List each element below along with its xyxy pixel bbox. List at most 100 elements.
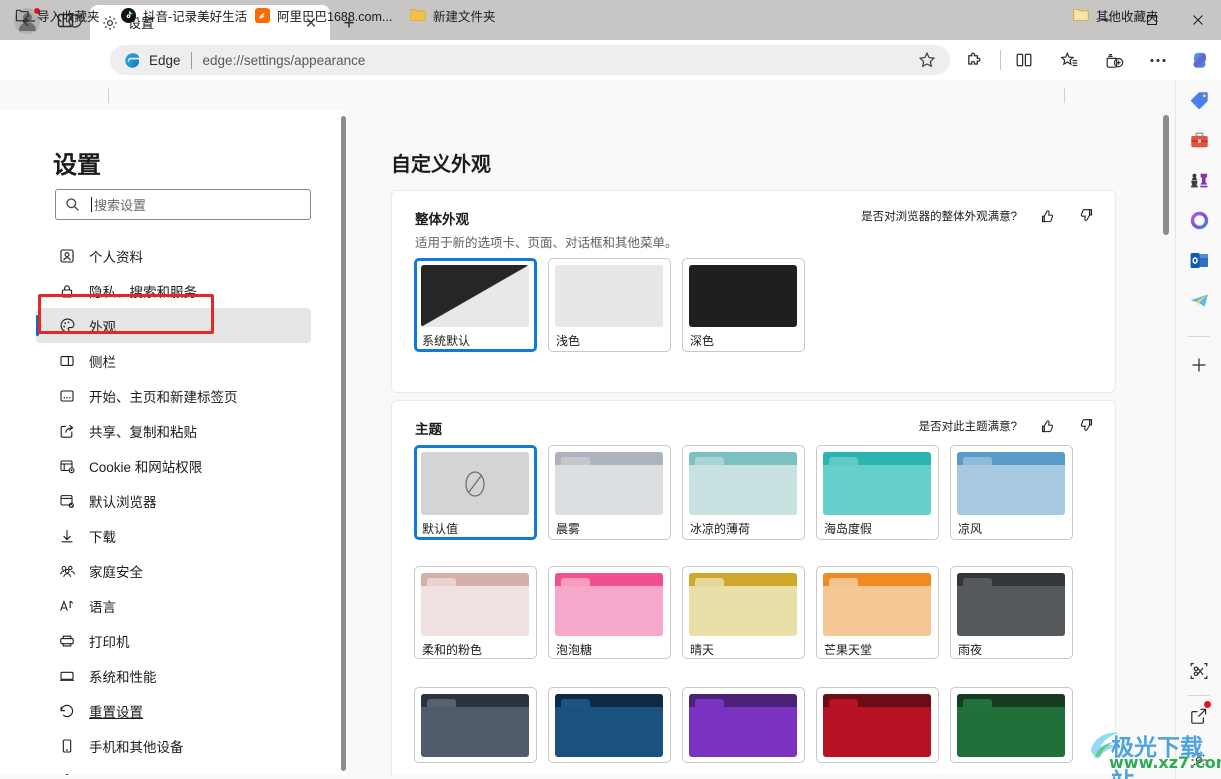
folder-body [963,465,1059,511]
copilot-icon[interactable] [1186,46,1214,74]
theme-option-cool-mint[interactable]: 冰凉的薄荷 [682,445,805,540]
thumbs-up-icon[interactable] [1039,207,1056,224]
telegram-icon[interactable] [1187,288,1211,312]
omnibox-brand: Edge [149,52,181,68]
default-browser-icon [58,492,76,510]
phone-icon [58,737,76,755]
sidebar-item-cookies[interactable]: Cookie 和网站权限 [36,448,311,483]
close-window-button[interactable] [1175,0,1221,40]
sidebar-item-default-browser[interactable]: 默认浏览器 [36,483,311,518]
shopping-tag-icon[interactable] [1187,88,1211,112]
sidebar-item-languages[interactable]: 语言 [36,588,311,623]
sidebar-item-profile[interactable]: 个人资料 [36,238,311,273]
theme-option-island-getaway[interactable]: 海岛度假 [816,445,939,540]
sidebar-icon [58,352,76,370]
toolbar-divider [1000,50,1001,70]
sidebar-item-family-safety[interactable]: 家庭安全 [36,553,311,588]
tile-label: 默认值 [422,522,459,536]
bookmark-new-folder[interactable]: 新建文件夹 [410,5,496,25]
address-bar[interactable]: Edge edge://settings/appearance [110,45,950,75]
content-scrollbar[interactable] [1163,115,1169,235]
sidebar-settings-icon[interactable] [1187,748,1211,772]
omnibox-url[interactable]: edge://settings/appearance [203,53,366,68]
swatch-folder [555,573,663,636]
games-chess-icon[interactable] [1187,168,1211,192]
settings-nav-list: 个人资料 隐私、搜索和服务 外观 侧栏 开始、主页和新建标签页 共享、复制和粘贴… [36,238,311,779]
swatch-no-theme [421,452,529,515]
outlook-icon[interactable] [1187,248,1211,272]
sidebar-item-reset-settings[interactable]: 重置设置 [36,693,311,728]
theme-option-bubblegum[interactable]: 泡泡糖 [548,566,671,659]
tile-label: 晨雾 [556,522,581,536]
theme-option-row3-1[interactable] [414,687,537,763]
bookmark-other-favorites[interactable]: 其他收藏夹 [1073,5,1159,25]
folder-graphic [421,694,529,757]
theme-option-soft-pink[interactable]: 柔和的粉色 [414,566,537,659]
bottom-strip [0,775,1175,779]
favorites-icon[interactable] [1055,46,1083,74]
sidebar-item-downloads[interactable]: 下载 [36,518,311,553]
page-title: 设置 [53,152,101,179]
tile-label: 柔和的粉色 [422,643,483,657]
theme-option-default[interactable]: 默认值 [414,445,537,540]
swatch-folder [555,694,663,757]
tile-label: 浅色 [556,334,581,348]
sidebar-item-sidebar[interactable]: 侧栏 [36,343,311,378]
search-settings-input[interactable]: 搜索设置 [55,189,311,220]
tools-briefcase-icon[interactable] [1187,128,1211,152]
folder-body [561,465,657,511]
language-icon [58,597,76,615]
profile-icon [58,247,76,265]
sidebar-item-printers[interactable]: 打印机 [36,623,311,658]
bookmark-alibaba[interactable]: 阿里巴巴1688.com... [254,5,392,25]
folder-body [427,586,523,632]
bookmarks-bar [0,80,1221,110]
add-favorite-icon[interactable] [918,51,936,69]
theme-option-row3-5[interactable] [950,687,1073,763]
sidebar-item-system-performance[interactable]: 系统和性能 [36,658,311,693]
appearance-option-dark[interactable]: 深色 [682,258,805,352]
swatch-folder [689,573,797,636]
collections-icon[interactable] [1100,46,1128,74]
sidebar-item-label: 开始、主页和新建标签页 [89,389,238,405]
gear-icon [102,15,118,31]
sidebar-item-label: 个人资料 [89,249,143,265]
sidebar-item-privacy[interactable]: 隐私、搜索和服务 [36,273,311,308]
bookmarks-divider-right [1064,88,1065,103]
split-screen-icon[interactable] [1010,46,1038,74]
reset-icon [58,702,76,720]
overall-feedback: 是否对浏览器的整体外观满意? [861,207,1095,224]
rail-divider [1188,336,1210,337]
sidebar-item-share-copy-paste[interactable]: 共享、复制和粘贴 [36,413,311,448]
theme-feedback: 是否对此主题满意? [919,417,1095,434]
sidebar-item-phone-other-devices[interactable]: 手机和其他设备 [36,728,311,763]
tile-label: 芒果天堂 [824,643,873,657]
sidebar-item-start-home-newtab[interactable]: 开始、主页和新建标签页 [36,378,311,413]
sidebar-item-appearance[interactable]: 外观 [36,308,311,343]
add-sidebar-icon[interactable] [1187,353,1211,377]
folder-body [829,707,925,753]
bookmark-import-favorites[interactable]: 导入收藏夹 [14,5,100,25]
thumbs-down-icon[interactable] [1078,417,1095,434]
theme-option-sunny-day[interactable]: 晴天 [682,566,805,659]
thumbs-up-icon[interactable] [1039,417,1056,434]
theme-option-cool-breeze[interactable]: 凉风 [950,445,1073,540]
folder-graphic [823,573,931,636]
more-settings-icon[interactable] [1144,46,1172,74]
theme-option-row3-2[interactable] [548,687,671,763]
theme-option-rainy-night[interactable]: 雨夜 [950,566,1073,659]
thumbs-down-icon[interactable] [1078,207,1095,224]
screenshot-icon[interactable] [1187,659,1211,683]
sidebar-item-label: 外观 [89,319,116,335]
bookmark-douyin[interactable]: 抖音-记录美好生活 [120,5,247,25]
theme-option-row3-3[interactable] [682,687,805,763]
folder-body [561,707,657,753]
appearance-option-system-default[interactable]: 系统默认 [414,258,537,352]
edge-sidebar-rail [1175,80,1221,779]
theme-option-morning-mist[interactable]: 晨雾 [548,445,671,540]
theme-option-mango-paradise[interactable]: 芒果天堂 [816,566,939,659]
theme-option-row3-4[interactable] [816,687,939,763]
microsoft-365-icon[interactable] [1187,208,1211,232]
extensions-icon[interactable] [961,46,989,74]
appearance-option-light[interactable]: 浅色 [548,258,671,352]
